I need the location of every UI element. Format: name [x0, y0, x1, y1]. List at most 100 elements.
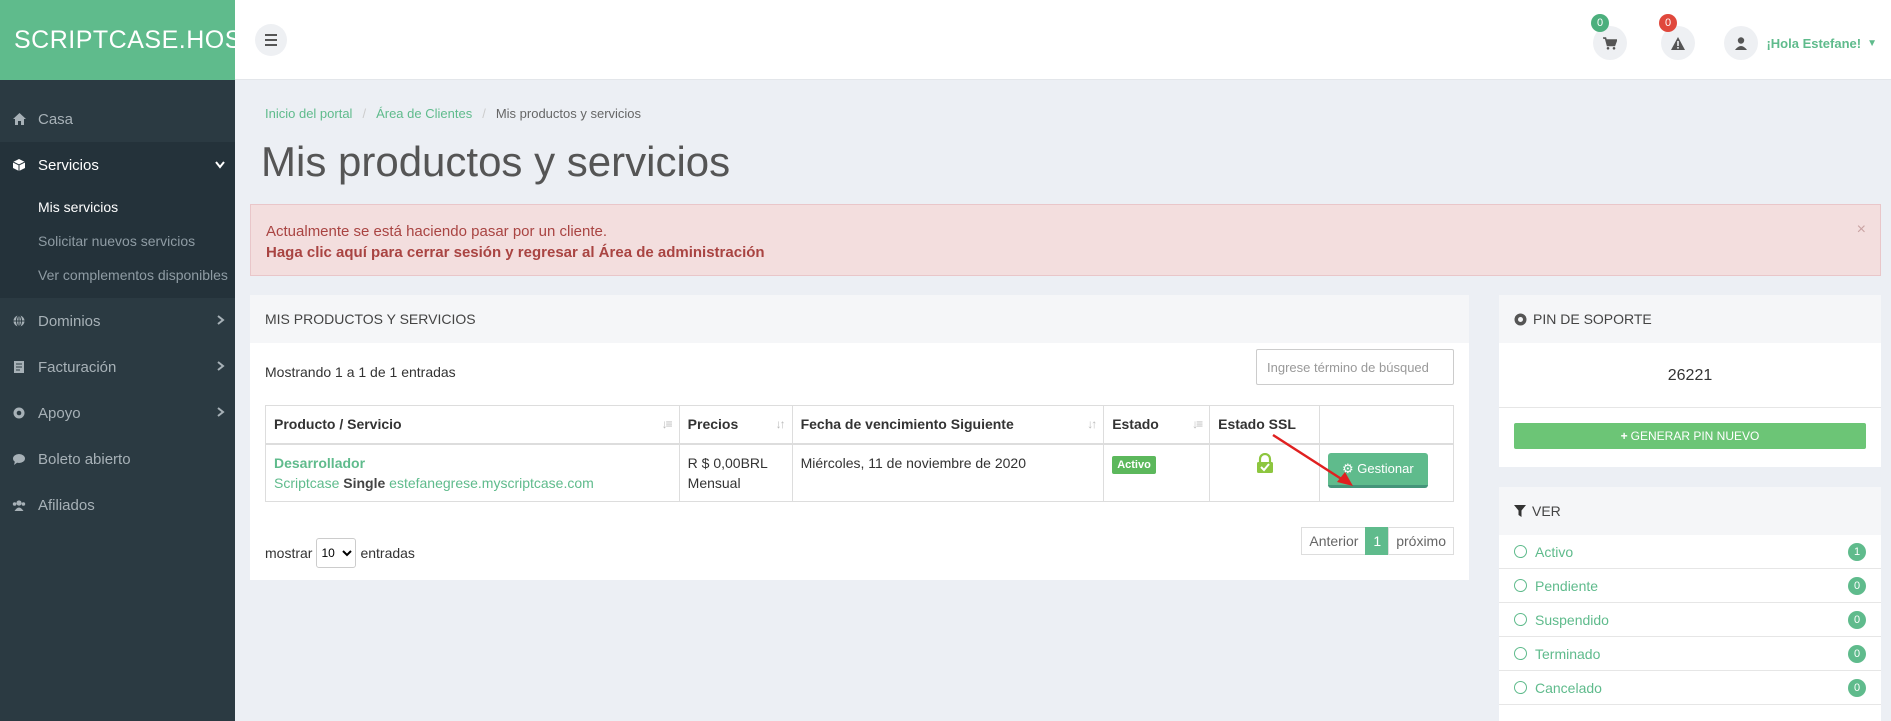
red-arrow-annotation [1272, 433, 1353, 486]
hamburger-icon [265, 33, 277, 48]
impersonation-alert: Actualmente se está haciendo pasar por u… [250, 204, 1881, 276]
filter-count-badge: 0 [1848, 678, 1866, 697]
chevron-right-icon [217, 312, 225, 328]
search-input[interactable] [1256, 349, 1454, 385]
alerts-button[interactable]: 0 [1659, 14, 1695, 60]
product-subtitle: Scriptcase Single estefanegrese.myscript… [274, 474, 594, 491]
product-name[interactable]: Desarrollador [274, 453, 671, 473]
sidebar-item-dominios[interactable]: Dominios [0, 298, 235, 344]
circle-icon [1514, 681, 1527, 694]
comment-icon [10, 450, 28, 468]
pagination-page-1[interactable]: 1 [1365, 527, 1390, 555]
generate-pin-button[interactable]: + GENERAR PIN NUEVO [1514, 423, 1866, 449]
brand-logo[interactable]: SCRIPTCASE.HOST [0, 0, 257, 80]
chevron-right-icon [217, 358, 225, 374]
column-header-product[interactable]: Producto / Servicio ↓≡ [265, 405, 680, 445]
filter-item-pendiente[interactable]: Pendiente 0 [1499, 569, 1881, 603]
showing-entries-text: Mostrando 1 a 1 de 1 entradas [265, 364, 456, 380]
sidebar-item-afiliados[interactable]: Afiliados [0, 482, 235, 528]
status-cell: Activo [1103, 443, 1211, 502]
circle-icon [1514, 647, 1527, 660]
lifebuoy-icon [10, 404, 28, 422]
alert-count-badge: 0 [1659, 14, 1677, 32]
sidebar-subitem-complementos[interactable]: Ver complementos disponibles [0, 258, 235, 292]
sidebar-item-casa[interactable]: Casa [0, 96, 235, 142]
plus-icon: + [1620, 429, 1628, 443]
due-date-cell: Miércoles, 11 de noviembre de 2020 [791, 443, 1105, 502]
support-pin-title: PIN DE SOPORTE [1499, 295, 1881, 343]
sidebar-item-boleto[interactable]: Boleto abierto [0, 436, 235, 482]
sidebar-item-label: Apoyo [38, 404, 81, 422]
user-avatar-icon [1724, 26, 1759, 60]
filter-panel: VER Activo 1 Pendiente 0 Suspendido 0 Termi… [1499, 487, 1881, 721]
support-pin-panel: PIN DE SOPORTE 26221 + GENERAR PIN NUEVO [1499, 295, 1881, 467]
sidebar-item-servicios[interactable]: Servicios [0, 142, 235, 188]
column-header-due-date[interactable]: Fecha de vencimiento Siguiente ↓↑ [791, 405, 1105, 445]
chevron-right-icon [217, 404, 225, 420]
alert-message: Actualmente se está haciendo pasar por u… [266, 223, 608, 240]
menu-toggle-button[interactable] [255, 24, 287, 56]
billing-cycle: Mensual [687, 474, 741, 491]
sidebar-item-label: Dominios [38, 312, 101, 330]
close-icon[interactable]: × [1857, 219, 1866, 240]
sidebar: SCRIPTCASE.HOST Casa Servicios Mis servi… [0, 0, 257, 721]
product-cell: Desarrollador Scriptcase Single estefane… [265, 443, 680, 502]
filter-item-activo[interactable]: Activo 1 [1499, 535, 1881, 569]
filter-count-badge: 0 [1848, 610, 1866, 629]
breadcrumb-portal-link[interactable]: Inicio del portal [265, 106, 352, 121]
support-pin-value: 26221 [1667, 367, 1713, 384]
products-panel-title: MIS PRODUCTOS Y SERVICIOS [250, 295, 1469, 343]
sidebar-item-apoyo[interactable]: Apoyo [0, 390, 235, 436]
main-content: Inicio del portal / Área de Clientes / Mis p… [235, 80, 1891, 721]
cart-icon [1603, 36, 1617, 50]
column-header-status[interactable]: Estado ↓≡ [1103, 405, 1211, 445]
pagination-prev[interactable]: Anterior [1301, 527, 1367, 555]
product-domain: estefanegrese.myscriptcase.com [385, 474, 594, 491]
cube-icon [10, 156, 28, 174]
pagination-next[interactable]: próximo [1388, 527, 1454, 555]
breadcrumb-separator: / [482, 106, 486, 121]
circle-icon [1514, 545, 1527, 558]
sidebar-nav: Casa Servicios Mis servicios Solicitar n… [0, 80, 235, 528]
logout-admin-link[interactable]: Haga clic aquí para cerrar sesión y regr… [266, 244, 765, 261]
breadcrumb-client-area-link[interactable]: Área de Clientes [376, 106, 472, 121]
sidebar-item-label: Casa [38, 110, 74, 128]
breadcrumb: Inicio del portal / Área de Clientes / Mis p… [265, 106, 641, 121]
column-header-price[interactable]: Precios ↓↑ [678, 405, 793, 445]
sidebar-item-label: Servicios [38, 156, 99, 174]
filter-item-cancelado[interactable]: Cancelado 0 [1499, 671, 1881, 705]
lifebuoy-icon [1514, 313, 1527, 326]
sort-icon: ↓≡ [1192, 417, 1203, 431]
page-size-control: mostrar 10 entradas [265, 538, 415, 568]
sidebar-item-label: Afiliados [38, 496, 95, 514]
cart-count-badge: 0 [1591, 14, 1609, 32]
filter-panel-title: VER [1499, 487, 1881, 535]
caret-down-icon: ▼ [1867, 37, 1877, 49]
home-icon [10, 110, 28, 128]
user-menu[interactable]: ¡Hola Estefane! ▼ [1724, 26, 1877, 60]
sidebar-subitem-solicitar[interactable]: Solicitar nuevos servicios [0, 224, 235, 258]
price-cell: R $ 0,00BRL Mensual [678, 443, 793, 502]
circle-icon [1514, 579, 1527, 592]
page-size-select[interactable]: 10 [316, 538, 357, 568]
filter-count-badge: 0 [1848, 644, 1866, 663]
sort-icon: ↓≡ [661, 417, 673, 431]
sidebar-subitem-mis-servicios[interactable]: Mis servicios [0, 190, 235, 224]
filter-count-badge: 1 [1848, 542, 1866, 561]
sort-icon: ↓↑ [775, 417, 786, 431]
pagination: Anterior 1 próximo [1301, 527, 1454, 555]
filter-item-suspendido[interactable]: Suspendido 0 [1499, 603, 1881, 637]
sidebar-item-label: Boleto abierto [38, 450, 131, 468]
circle-icon [1514, 613, 1527, 626]
sort-icon: ↓↑ [1087, 417, 1097, 431]
sidebar-submenu-servicios: Mis servicios Solicitar nuevos servicios… [0, 188, 235, 298]
sidebar-item-facturacion[interactable]: Facturación [0, 344, 235, 390]
chevron-down-icon [215, 156, 225, 172]
filter-icon [1514, 505, 1526, 517]
breadcrumb-separator: / [362, 106, 367, 121]
filter-item-terminado[interactable]: Terminado 0 [1499, 637, 1881, 671]
topbar: 0 0 ¡Hola Estefane! ▼ [235, 0, 1891, 80]
cart-button[interactable]: 0 [1591, 14, 1627, 60]
users-icon [10, 496, 28, 514]
page-title: Mis productos y servicios [261, 138, 731, 185]
